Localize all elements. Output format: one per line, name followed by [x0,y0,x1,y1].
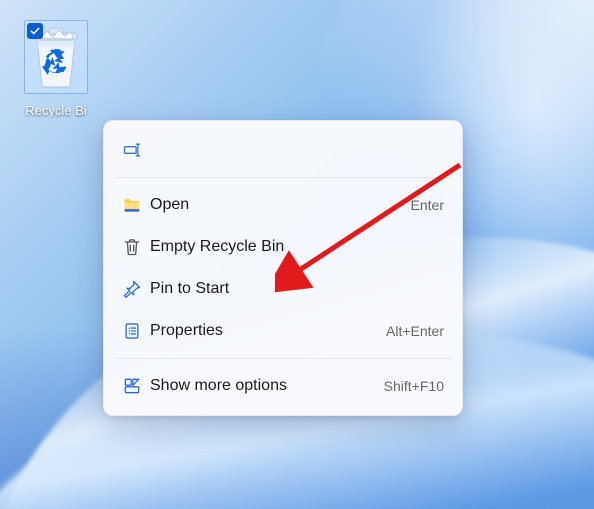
menu-item-show-more-options[interactable]: Show more options Shift+F10 [110,365,456,407]
menu-item-properties[interactable]: Properties Alt+Enter [110,310,456,352]
desktop-icon-recycle-bin[interactable]: Recycle Bi [12,20,100,118]
menu-item-pin-to-start[interactable]: Pin to Start [110,268,456,310]
menu-separator [114,358,452,359]
menu-item-shortcut: Alt+Enter [386,323,444,339]
menu-separator [114,177,452,178]
rename-icon[interactable] [122,140,150,160]
properties-icon [122,321,150,341]
menu-item-empty-recycle-bin[interactable]: Empty Recycle Bin [110,226,456,268]
trash-icon [122,237,150,257]
menu-item-label: Show more options [150,377,287,395]
menu-item-label: Open [150,196,189,214]
desktop-icon-label: Recycle Bi [12,103,100,118]
context-menu: Open Enter Empty Recycle Bin Pin to Star… [103,120,463,416]
menu-item-label: Properties [150,322,223,340]
menu-item-label: Empty Recycle Bin [150,238,284,256]
pin-icon [122,279,150,299]
folder-icon [122,195,150,215]
menu-item-open[interactable]: Open Enter [110,184,456,226]
menu-item-shortcut: Shift+F10 [384,378,444,394]
menu-item-label: Pin to Start [150,280,229,298]
menu-item-shortcut: Enter [411,197,444,213]
icon-selection-tile [24,20,88,94]
context-menu-top-strip [110,129,456,171]
selected-checkmark-icon [27,23,43,39]
show-more-icon [122,376,150,396]
